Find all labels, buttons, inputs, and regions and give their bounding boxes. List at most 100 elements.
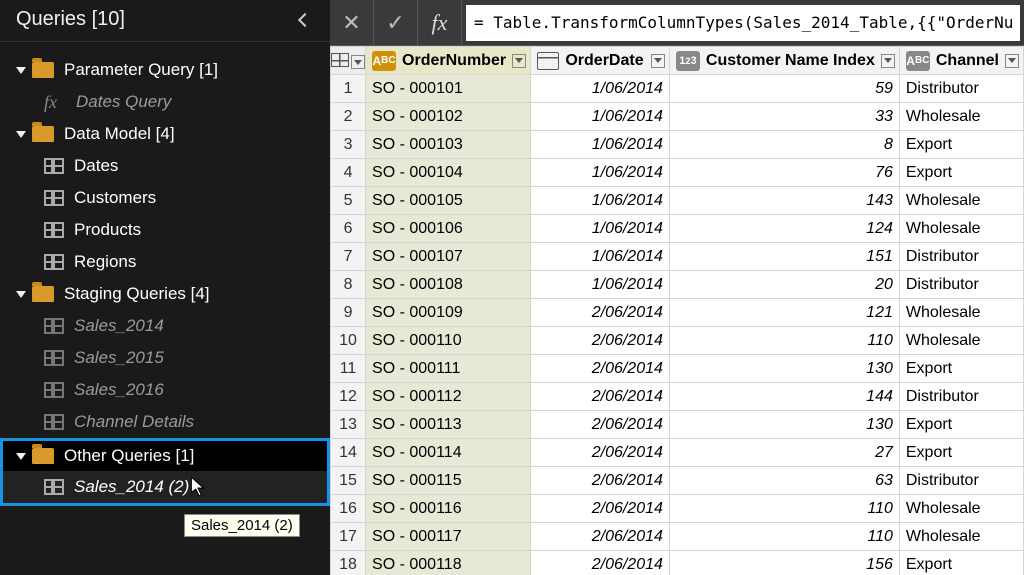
row-number[interactable]: 13 — [331, 411, 366, 439]
cell-channel[interactable]: Wholesale — [899, 327, 1023, 355]
table-row[interactable]: 7 SO - 000107 1/06/2014 151 Distributor — [331, 243, 1024, 271]
fx-icon[interactable]: fx — [418, 0, 462, 45]
cell-channel[interactable]: Export — [899, 131, 1023, 159]
cell-channel[interactable]: Wholesale — [899, 523, 1023, 551]
dropdown-icon[interactable] — [351, 55, 365, 69]
cell-customer-index[interactable]: 59 — [669, 75, 899, 103]
query-item[interactable]: Sales_2016 — [0, 374, 330, 406]
cell-channel[interactable]: Export — [899, 439, 1023, 467]
query-item[interactable]: Sales_2015 — [0, 342, 330, 374]
query-group[interactable]: Data Model [4] — [0, 118, 330, 150]
cell-ordernumber[interactable]: SO - 000102 — [366, 103, 531, 131]
cell-orderdate[interactable]: 2/06/2014 — [531, 551, 670, 575]
table-row[interactable]: 13 SO - 000113 2/06/2014 130 Export — [331, 411, 1024, 439]
query-item[interactable]: Sales_2014 — [0, 310, 330, 342]
cell-channel[interactable]: Distributor — [899, 271, 1023, 299]
cell-ordernumber[interactable]: SO - 000115 — [366, 467, 531, 495]
cell-orderdate[interactable]: 2/06/2014 — [531, 495, 670, 523]
cell-orderdate[interactable]: 2/06/2014 — [531, 467, 670, 495]
row-number[interactable]: 17 — [331, 523, 366, 551]
cell-customer-index[interactable]: 63 — [669, 467, 899, 495]
cell-orderdate[interactable]: 1/06/2014 — [531, 271, 670, 299]
formula-commit-button[interactable]: ✓ — [374, 0, 418, 45]
cell-orderdate[interactable]: 1/06/2014 — [531, 243, 670, 271]
cell-customer-index[interactable]: 151 — [669, 243, 899, 271]
table-row[interactable]: 6 SO - 000106 1/06/2014 124 Wholesale — [331, 215, 1024, 243]
cell-channel[interactable]: Wholesale — [899, 299, 1023, 327]
query-item[interactable]: Channel Details — [0, 406, 330, 438]
cell-ordernumber[interactable]: SO - 000111 — [366, 355, 531, 383]
table-row[interactable]: 14 SO - 000114 2/06/2014 27 Export — [331, 439, 1024, 467]
cell-customer-index[interactable]: 130 — [669, 355, 899, 383]
cell-customer-index[interactable]: 110 — [669, 327, 899, 355]
column-header[interactable]: ABCChannel — [899, 47, 1023, 75]
query-item[interactable]: Customers — [0, 182, 330, 214]
cell-customer-index[interactable]: 110 — [669, 523, 899, 551]
table-row[interactable]: 2 SO - 000102 1/06/2014 33 Wholesale — [331, 103, 1024, 131]
cell-customer-index[interactable]: 8 — [669, 131, 899, 159]
query-group[interactable]: Other Queries [1] — [3, 441, 327, 471]
table-row[interactable]: 8 SO - 000108 1/06/2014 20 Distributor — [331, 271, 1024, 299]
cell-customer-index[interactable]: 144 — [669, 383, 899, 411]
cell-orderdate[interactable]: 2/06/2014 — [531, 439, 670, 467]
cell-orderdate[interactable]: 1/06/2014 — [531, 187, 670, 215]
query-item[interactable]: Regions — [0, 246, 330, 278]
table-row[interactable]: 4 SO - 000104 1/06/2014 76 Export — [331, 159, 1024, 187]
select-all-cell[interactable] — [331, 47, 366, 75]
cell-customer-index[interactable]: 76 — [669, 159, 899, 187]
cell-orderdate[interactable]: 2/06/2014 — [531, 523, 670, 551]
column-header[interactable]: OrderDate — [531, 47, 670, 75]
column-filter-dropdown[interactable] — [1005, 54, 1019, 68]
cell-customer-index[interactable]: 124 — [669, 215, 899, 243]
row-number[interactable]: 11 — [331, 355, 366, 383]
cell-orderdate[interactable]: 1/06/2014 — [531, 75, 670, 103]
cell-channel[interactable]: Wholesale — [899, 215, 1023, 243]
table-row[interactable]: 3 SO - 000103 1/06/2014 8 Export — [331, 131, 1024, 159]
column-header[interactable]: ABCOrderNumber — [366, 47, 531, 75]
cell-customer-index[interactable]: 130 — [669, 411, 899, 439]
cell-customer-index[interactable]: 156 — [669, 551, 899, 575]
formula-cancel-button[interactable]: ✕ — [330, 0, 374, 45]
cell-ordernumber[interactable]: SO - 000105 — [366, 187, 531, 215]
cell-channel[interactable]: Export — [899, 355, 1023, 383]
cell-ordernumber[interactable]: SO - 000113 — [366, 411, 531, 439]
row-number[interactable]: 16 — [331, 495, 366, 523]
cell-ordernumber[interactable]: SO - 000114 — [366, 439, 531, 467]
cell-ordernumber[interactable]: SO - 000106 — [366, 215, 531, 243]
row-number[interactable]: 3 — [331, 131, 366, 159]
collapse-pane-icon[interactable] — [298, 12, 312, 26]
query-group[interactable]: Parameter Query [1] — [0, 54, 330, 86]
row-number[interactable]: 14 — [331, 439, 366, 467]
table-row[interactable]: 10 SO - 000110 2/06/2014 110 Wholesale — [331, 327, 1024, 355]
cell-ordernumber[interactable]: SO - 000110 — [366, 327, 531, 355]
cell-channel[interactable]: Export — [899, 551, 1023, 575]
queries-pane-header[interactable]: Queries [10] — [0, 0, 330, 42]
cell-ordernumber[interactable]: SO - 000107 — [366, 243, 531, 271]
cell-customer-index[interactable]: 121 — [669, 299, 899, 327]
cell-channel[interactable]: Wholesale — [899, 187, 1023, 215]
cell-channel[interactable]: Distributor — [899, 467, 1023, 495]
row-number[interactable]: 18 — [331, 551, 366, 575]
cell-channel[interactable]: Distributor — [899, 243, 1023, 271]
row-number[interactable]: 6 — [331, 215, 366, 243]
column-filter-dropdown[interactable] — [512, 54, 526, 68]
query-item[interactable]: Dates — [0, 150, 330, 182]
cell-channel[interactable]: Export — [899, 411, 1023, 439]
query-item[interactable]: Sales_2014 (2) — [3, 471, 327, 503]
cell-customer-index[interactable]: 27 — [669, 439, 899, 467]
query-group[interactable]: Staging Queries [4] — [0, 278, 330, 310]
table-row[interactable]: 11 SO - 000111 2/06/2014 130 Export — [331, 355, 1024, 383]
row-number[interactable]: 2 — [331, 103, 366, 131]
table-row[interactable]: 16 SO - 000116 2/06/2014 110 Wholesale — [331, 495, 1024, 523]
cell-orderdate[interactable]: 2/06/2014 — [531, 327, 670, 355]
row-number[interactable]: 10 — [331, 327, 366, 355]
cell-channel[interactable]: Distributor — [899, 383, 1023, 411]
row-number[interactable]: 12 — [331, 383, 366, 411]
row-number[interactable]: 8 — [331, 271, 366, 299]
column-filter-dropdown[interactable] — [881, 54, 895, 68]
column-header[interactable]: 123Customer Name Index — [669, 47, 899, 75]
row-number[interactable]: 7 — [331, 243, 366, 271]
table-row[interactable]: 9 SO - 000109 2/06/2014 121 Wholesale — [331, 299, 1024, 327]
row-number[interactable]: 5 — [331, 187, 366, 215]
cell-customer-index[interactable]: 33 — [669, 103, 899, 131]
